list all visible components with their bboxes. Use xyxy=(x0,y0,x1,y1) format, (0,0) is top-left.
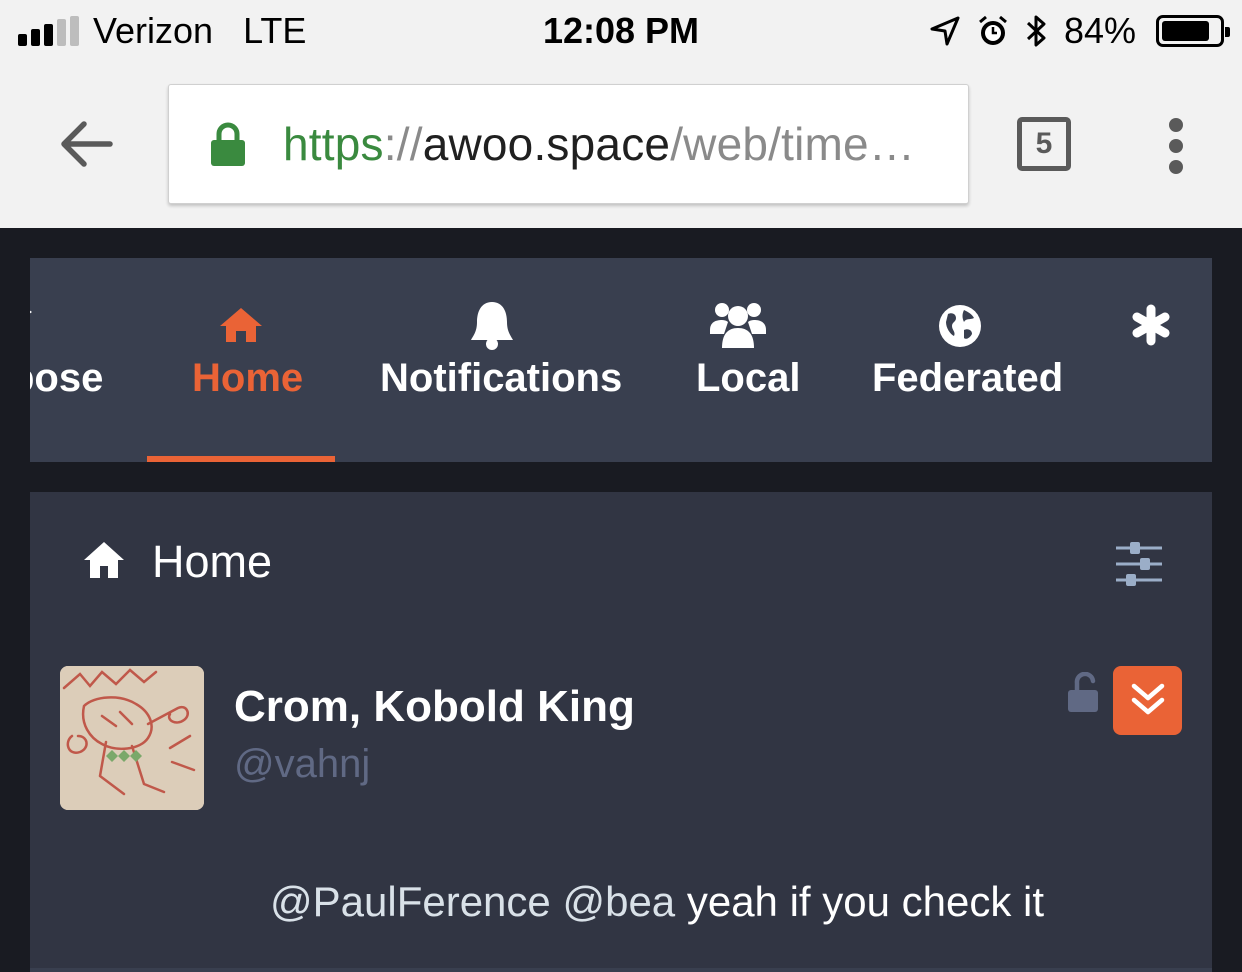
tab-switcher-button[interactable]: 5 xyxy=(1017,117,1071,171)
bluetooth-icon xyxy=(1026,15,1046,47)
bell-icon xyxy=(471,302,513,350)
tab-bar: pose Home Notifications Local xyxy=(30,258,1212,462)
tab-notifications[interactable]: Notifications xyxy=(370,258,630,462)
pencil-icon xyxy=(30,310,32,314)
asterisk-icon xyxy=(1132,304,1170,346)
avatar[interactable] xyxy=(60,666,204,810)
account-handle[interactable]: @vahnj xyxy=(234,742,370,787)
home-column: Home Crom, Kobold King @vahnj @PaulFeren… xyxy=(30,492,1212,972)
url-text: https://awoo.space/web/time… xyxy=(283,118,916,170)
address-bar[interactable]: https://awoo.space/web/time… xyxy=(168,84,969,204)
tab-local[interactable]: Local xyxy=(670,258,830,462)
sliders-icon[interactable] xyxy=(1114,542,1164,586)
users-icon xyxy=(710,303,766,348)
battery-percent: 84% xyxy=(1063,10,1136,51)
location-arrow-icon xyxy=(930,16,960,46)
tab-compose[interactable]: pose xyxy=(30,258,140,462)
unlock-icon xyxy=(1068,672,1098,712)
battery-icon xyxy=(1156,15,1230,47)
alarm-icon xyxy=(978,15,1007,45)
divider xyxy=(30,968,1212,972)
expand-button[interactable] xyxy=(1113,666,1182,735)
double-chevron-down-icon xyxy=(1131,683,1165,715)
mention-link[interactable]: @PaulFerence xyxy=(270,878,551,925)
status-item[interactable]: Crom, Kobold King @vahnj @PaulFerence @b… xyxy=(30,632,1212,972)
column-title: Home xyxy=(152,536,273,587)
avatar-drawing xyxy=(60,666,204,810)
more-vert-icon[interactable] xyxy=(1162,118,1192,174)
mastodon-app: pose Home Notifications Local xyxy=(0,228,1242,972)
home-icon xyxy=(84,542,124,578)
globe-icon xyxy=(939,305,981,347)
status-bar: Verizon LTE 12:08 PM 84% xyxy=(0,0,1242,64)
active-tab-indicator xyxy=(147,456,335,462)
tab-home[interactable]: Home xyxy=(147,258,335,462)
status-text: yeah if you check it xyxy=(686,878,1045,925)
tab-federated[interactable]: Federated xyxy=(860,258,1080,462)
tab-getting-started[interactable] xyxy=(1110,258,1210,462)
browser-toolbar: https://awoo.space/web/time… 5 xyxy=(0,64,1242,228)
display-name[interactable]: Crom, Kobold King xyxy=(234,682,635,732)
status-content: @PaulFerence @bea yeah if you check it xyxy=(270,878,1044,926)
column-header: Home xyxy=(30,492,1212,632)
back-arrow-icon[interactable] xyxy=(56,114,116,174)
home-icon xyxy=(220,308,262,342)
mention-link[interactable]: @bea xyxy=(562,878,675,925)
lock-icon xyxy=(211,122,245,166)
